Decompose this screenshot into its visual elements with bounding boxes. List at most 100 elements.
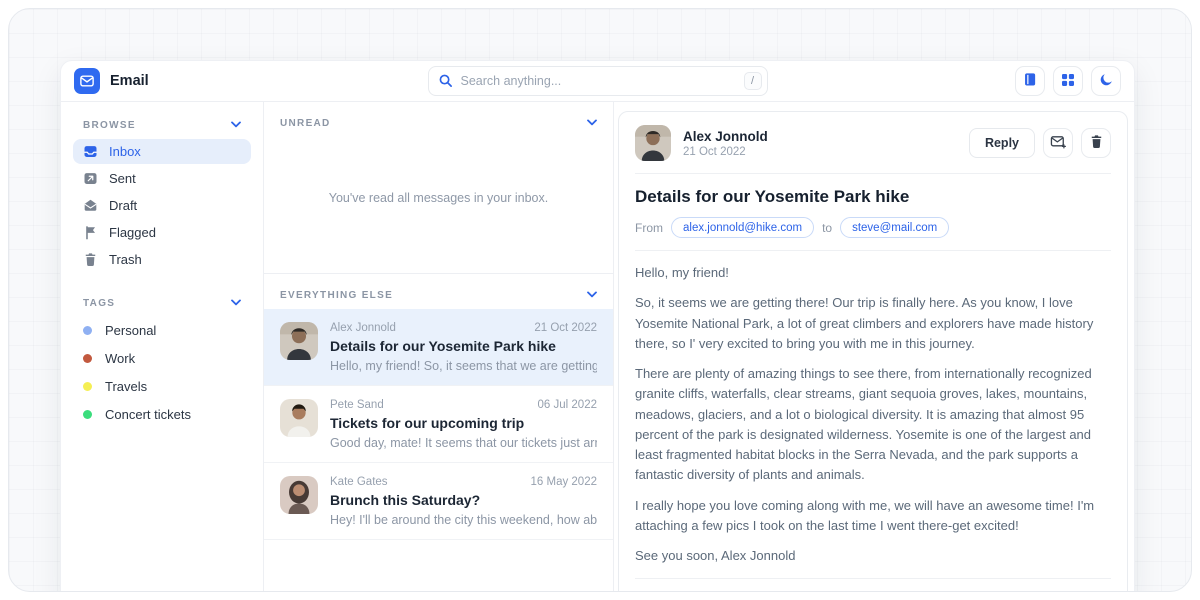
everything-else-header: Everything else <box>264 274 613 309</box>
detail-date: 21 Oct 2022 <box>683 146 768 158</box>
chevron-down-icon[interactable] <box>587 118 597 129</box>
chevron-down-icon[interactable] <box>587 290 597 301</box>
email-list-item[interactable]: Alex Jonnold 21 Oct 2022 Details for our… <box>264 309 613 386</box>
email-sender: Pete Sand <box>330 399 384 411</box>
sidebar-item-sent[interactable]: Sent <box>73 166 251 191</box>
page-frame: Email / <box>8 8 1192 592</box>
email-app-window: Email / <box>60 60 1135 592</box>
sidebar-item-inbox[interactable]: Inbox <box>73 139 251 164</box>
tag-item-work[interactable]: Work <box>73 345 251 371</box>
email-date: 21 Oct 2022 <box>534 322 597 334</box>
forward-email-button[interactable] <box>1043 128 1073 158</box>
divider <box>635 173 1111 174</box>
from-email-chip[interactable]: alex.jonnold@hike.com <box>671 217 814 238</box>
chevron-down-icon[interactable] <box>231 120 241 131</box>
reply-button[interactable]: Reply <box>969 128 1035 158</box>
from-label: From <box>635 221 663 235</box>
everything-else-label: Everything else <box>280 290 393 301</box>
divider <box>635 578 1111 579</box>
trash-icon <box>1090 134 1103 152</box>
avatar-kate-gates <box>280 476 318 514</box>
from-to-row: From alex.jonnold@hike.com to steve@mail… <box>635 217 1111 238</box>
send-icon <box>83 171 98 186</box>
dark-mode-button[interactable] <box>1091 66 1121 96</box>
attachments-label: Attachments <box>635 591 1111 592</box>
sidebar-item-label: Inbox <box>109 144 141 159</box>
search-bar: / <box>428 66 768 96</box>
apps-grid-button[interactable] <box>1053 66 1083 96</box>
brand: Email <box>74 68 264 94</box>
body-paragraph: I really hope you love coming along with… <box>635 496 1111 537</box>
avatar-alex-jonnold <box>280 322 318 360</box>
tag-label: Concert tickets <box>105 407 191 422</box>
detail-header: Alex Jonnold 21 Oct 2022 Reply <box>635 125 1111 161</box>
divider <box>635 250 1111 251</box>
avatar-alex-jonnold <box>635 125 671 161</box>
email-detail-card: Alex Jonnold 21 Oct 2022 Reply <box>618 111 1128 592</box>
unread-label: Unread <box>280 118 331 129</box>
email-body: Hello, my friend! So, it seems we are ge… <box>635 263 1111 566</box>
browse-label: Browse <box>83 120 136 131</box>
search-icon <box>438 73 453 93</box>
unread-empty-message: You've read all messages in your inbox. <box>264 137 613 273</box>
app-header: Email / <box>61 61 1134 102</box>
to-label: to <box>822 221 832 235</box>
sidebar-item-label: Sent <box>109 171 136 186</box>
browse-section-header: Browse <box>73 118 251 137</box>
inbox-icon <box>83 144 98 159</box>
tags-section-header: Tags <box>73 296 251 315</box>
flag-icon <box>83 225 98 240</box>
search-input[interactable] <box>428 66 768 96</box>
book-button[interactable] <box>1015 66 1045 96</box>
sidebar-item-draft[interactable]: Draft <box>73 193 251 218</box>
email-date: 06 Jul 2022 <box>538 399 597 411</box>
unread-section: Unread You've read all messages in your … <box>264 102 613 273</box>
search-shortcut-badge: / <box>744 72 762 90</box>
envelope-plus-icon <box>1050 134 1066 152</box>
to-email-chip[interactable]: steve@mail.com <box>840 217 949 238</box>
avatar-pete-sand <box>280 399 318 437</box>
email-preview: Good day, mate! It seems that our ticket… <box>330 436 597 450</box>
book-icon <box>1023 72 1037 90</box>
body-paragraph: There are plenty of amazing things to se… <box>635 364 1111 486</box>
detail-subject: Details for our Yosemite Park hike <box>635 187 1111 207</box>
email-preview: Hey! I'll be around the city this weeken… <box>330 513 597 527</box>
app-title: Email <box>110 73 149 89</box>
tag-item-concert-tickets[interactable]: Concert tickets <box>73 401 251 427</box>
email-date: 16 May 2022 <box>531 476 598 488</box>
email-logo-icon <box>74 68 100 94</box>
chevron-down-icon[interactable] <box>231 298 241 309</box>
trash-icon <box>83 252 98 267</box>
tag-color-dot <box>83 382 92 391</box>
grid-icon <box>1061 73 1075 90</box>
sidebar: Browse Inbox Sent <box>61 102 264 592</box>
tag-color-dot <box>83 410 92 419</box>
unread-section-header: Unread <box>264 102 613 137</box>
sidebar-item-flagged[interactable]: Flagged <box>73 220 251 245</box>
detail-sender-name: Alex Jonnold <box>683 129 768 144</box>
everything-else-section: Everything else Alex Jonnold <box>264 273 613 592</box>
header-actions <box>931 66 1121 96</box>
body-paragraph: Hello, my friend! <box>635 263 1111 283</box>
body-paragraph: So, it seems we are getting there! Our t… <box>635 293 1111 354</box>
detail-actions: Reply <box>969 128 1111 158</box>
draft-icon <box>83 198 98 213</box>
email-subject: Details for our Yosemite Park hike <box>330 338 597 354</box>
sidebar-item-label: Trash <box>109 252 142 267</box>
email-preview: Hello, my friend! So, it seems that we a… <box>330 359 597 373</box>
tag-color-dot <box>83 326 92 335</box>
email-sender: Alex Jonnold <box>330 322 396 334</box>
email-sender: Kate Gates <box>330 476 388 488</box>
tag-item-personal[interactable]: Personal <box>73 317 251 343</box>
sidebar-item-trash[interactable]: Trash <box>73 247 251 272</box>
body-paragraph: See you soon, Alex Jonnold <box>635 546 1111 566</box>
tag-item-travels[interactable]: Travels <box>73 373 251 399</box>
delete-email-button[interactable] <box>1081 128 1111 158</box>
tag-label: Personal <box>105 323 156 338</box>
tag-label: Travels <box>105 379 147 394</box>
email-list-item[interactable]: Kate Gates 16 May 2022 Brunch this Satur… <box>264 463 613 540</box>
email-list-item[interactable]: Pete Sand 06 Jul 2022 Tickets for our up… <box>264 386 613 463</box>
message-list-column: Unread You've read all messages in your … <box>264 102 614 592</box>
sidebar-item-label: Flagged <box>109 225 156 240</box>
moon-icon <box>1099 72 1114 90</box>
